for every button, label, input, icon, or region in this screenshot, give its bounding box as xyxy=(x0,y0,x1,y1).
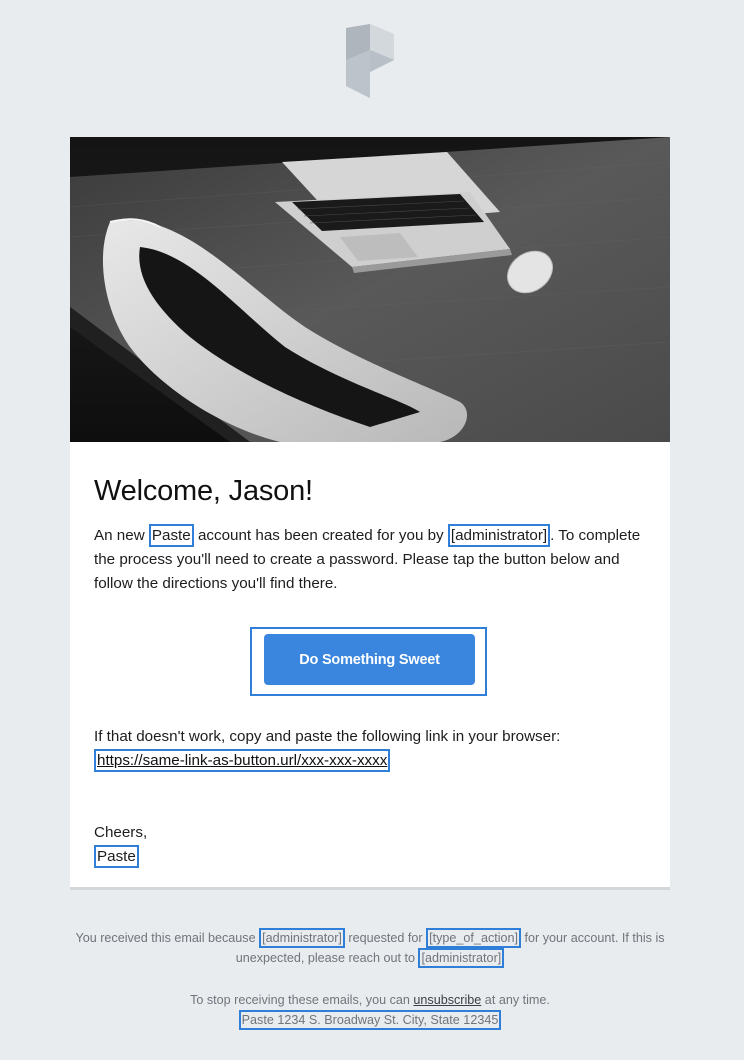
email-footer: You received this email because [adminis… xyxy=(70,928,670,1030)
do-something-sweet-button[interactable]: Do Something Sweet xyxy=(264,634,475,685)
address-placeholder: Paste 1234 S. Broadway St. City, State 1… xyxy=(238,1010,502,1030)
footer-text: requested for xyxy=(344,931,427,945)
footer-reason: You received this email because [adminis… xyxy=(70,928,670,968)
footer-text: You received this email because xyxy=(75,931,260,945)
product-placeholder: Paste xyxy=(148,524,194,547)
footer-text: at any time. xyxy=(481,993,550,1007)
sender-placeholder: Paste xyxy=(94,845,139,868)
email-card: Welcome, Jason! An new Paste account has… xyxy=(70,137,670,890)
contact-placeholder: [administrator] xyxy=(418,948,505,968)
greeting-heading: Welcome, Jason! xyxy=(94,475,313,507)
cta-highlight: Do Something Sweet xyxy=(250,627,487,696)
action-placeholder: [type_of_action] xyxy=(426,928,522,948)
fallback-block: If that doesn't work, copy and paste the… xyxy=(94,725,650,773)
actor-placeholder: [administrator] xyxy=(259,928,345,948)
fallback-text: If that doesn't work, copy and paste the… xyxy=(94,728,561,745)
unsubscribe-link[interactable]: unsubscribe xyxy=(413,993,481,1007)
intro-text: An new xyxy=(94,527,149,544)
signoff-block: Cheers, Paste xyxy=(94,821,147,869)
footer-unsubscribe: To stop receiving these emails, you can … xyxy=(70,990,670,1030)
paste-logo-icon xyxy=(346,24,394,98)
signoff-text: Cheers, xyxy=(94,824,148,841)
footer-text: To stop receiving these emails, you can xyxy=(190,993,414,1007)
fallback-link-highlight: https://same-link-as-button.url/xxx-xxx-… xyxy=(94,749,391,772)
intro-paragraph: An new Paste account has been created fo… xyxy=(94,524,650,596)
hero-image xyxy=(70,137,670,442)
creator-placeholder: [administrator] xyxy=(447,524,551,547)
fallback-link[interactable]: https://same-link-as-button.url/xxx-xxx-… xyxy=(97,752,387,769)
intro-text: account has been created for you by xyxy=(193,527,448,544)
